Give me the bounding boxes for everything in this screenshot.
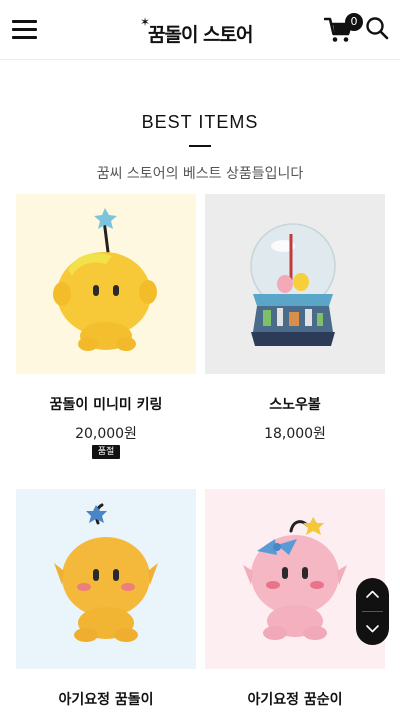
product-name[interactable]: 아기요정 꿈순이: [205, 689, 385, 709]
section-subtitle: 꿈씨 스토어의 베스트 상품들입니다: [96, 166, 304, 182]
scroll-up-button[interactable]: [356, 578, 389, 611]
product-price: 18,000원: [264, 426, 326, 442]
product-image-keyring[interactable]: [16, 194, 196, 374]
scroll-controls: [356, 578, 389, 645]
logo-text: 꿈돌이 스토어: [148, 24, 253, 46]
product-image-fairy-dreamdori[interactable]: [16, 489, 196, 669]
product-card[interactable]: 꿈돌이 미니미 키링 20,000원 품절: [16, 194, 196, 474]
scroll-down-button[interactable]: [356, 612, 389, 645]
cart-count-badge: 0: [345, 13, 363, 31]
chevron-up-icon: [366, 590, 379, 598]
top-header: ✶ 꿈돌이 스토어 0: [0, 0, 400, 60]
product-card[interactable]: 아기요정 꿈돌이: [16, 489, 196, 716]
product-price: 20,000원: [75, 426, 137, 442]
product-name[interactable]: 아기요정 꿈돌이: [16, 689, 196, 709]
section-title: BEST ITEMS: [141, 112, 259, 132]
store-logo[interactable]: ✶ 꿈돌이 스토어: [140, 16, 264, 46]
soldout-badge: 품절: [92, 445, 120, 459]
product-name[interactable]: 꿈돌이 미니미 키링: [16, 394, 196, 414]
product-image-snowglobe[interactable]: [205, 194, 385, 374]
hamburger-menu-icon[interactable]: [12, 20, 37, 40]
product-card[interactable]: 스노우볼 18,000원: [205, 194, 385, 454]
product-name[interactable]: 스노우볼: [205, 394, 385, 414]
search-icon[interactable]: [365, 16, 389, 40]
chevron-down-icon: [366, 625, 379, 633]
title-underline: [189, 145, 211, 147]
